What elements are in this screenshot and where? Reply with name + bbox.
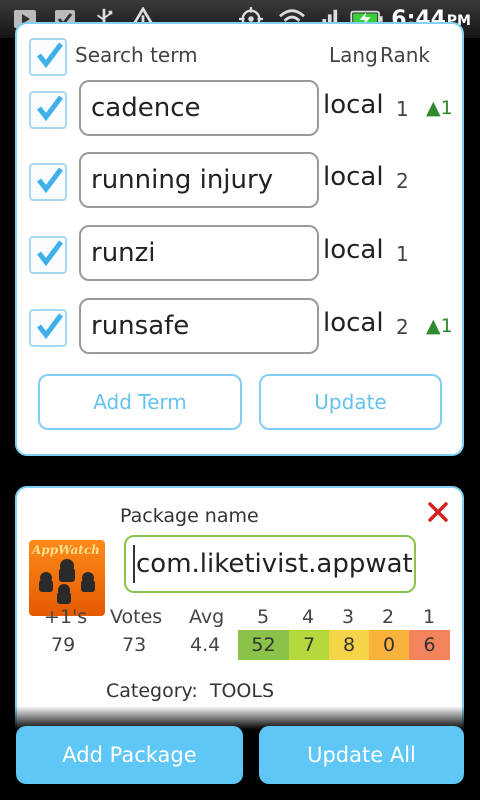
add-term-button[interactable]: Add Term [38,374,242,430]
term-rank: 2 [396,169,409,193]
remove-package-icon[interactable] [426,500,450,524]
rank-change-up: ▲1 [426,97,453,119]
term-lang: local [323,308,384,338]
term-input[interactable]: runzi [79,225,319,281]
select-all-checkbox[interactable] [29,38,67,76]
appwatch-icon: AppWatch [29,540,105,616]
term-row: runsafe local 2 ▲1 [0,298,480,358]
check-icon [37,42,63,69]
rating-3-header: 3 [342,606,355,628]
package-name-label: Package name [120,505,259,527]
term-checkbox[interactable] [29,236,67,274]
rating-4-header: 4 [302,606,315,628]
rating-5-count: 52 [238,630,289,660]
package-name-input[interactable]: com.liketivist.appwatc [124,535,416,593]
add-package-button[interactable]: Add Package [16,726,243,784]
check-icon [37,167,63,194]
category-value: TOOLS [209,680,275,702]
term-lang: local [323,90,384,120]
rating-4-count: 7 [289,630,329,660]
term-input[interactable]: running injury [79,152,319,208]
term-rank: 1 [396,97,409,121]
avg-header: Avg [189,606,225,628]
term-rank: 1 [396,242,409,266]
votes-header: Votes [110,606,163,628]
search-term-header: Search term [75,43,198,67]
term-row: running injury local 2 [0,152,480,212]
avg-value: 4.4 [190,634,221,656]
votes-value: 73 [122,634,147,656]
lang-header: Lang [329,43,378,67]
term-input[interactable]: cadence [79,80,319,136]
rating-1-count: 6 [409,630,450,660]
rank-header: Rank [380,43,430,67]
term-lang: local [323,235,384,265]
term-lang: local [323,162,384,192]
term-checkbox[interactable] [29,91,67,129]
update-button[interactable]: Update [259,374,442,430]
term-input[interactable]: runsafe [79,298,319,354]
rating-2-header: 2 [382,606,395,628]
category-row: Category: TOOLS [106,680,274,702]
term-row: runzi local 1 [0,225,480,285]
rating-5-header: 5 [257,606,270,628]
term-checkbox[interactable] [29,163,67,201]
term-checkbox[interactable] [29,309,67,347]
plus-ones-value: 79 [51,634,76,656]
rating-3-count: 8 [329,630,369,660]
check-icon [37,313,63,340]
text-cursor [133,545,135,583]
rank-change-up: ▲1 [426,315,453,337]
check-icon [37,240,63,267]
rating-1-header: 1 [423,606,436,628]
category-label: Category: [106,680,198,702]
term-rank: 2 [396,315,409,339]
term-row: cadence local 1 ▲1 [0,80,480,140]
plus-ones-header: +1's [44,606,88,628]
check-icon [37,95,63,122]
rating-2-count: 0 [369,630,409,660]
update-all-button[interactable]: Update All [259,726,464,784]
